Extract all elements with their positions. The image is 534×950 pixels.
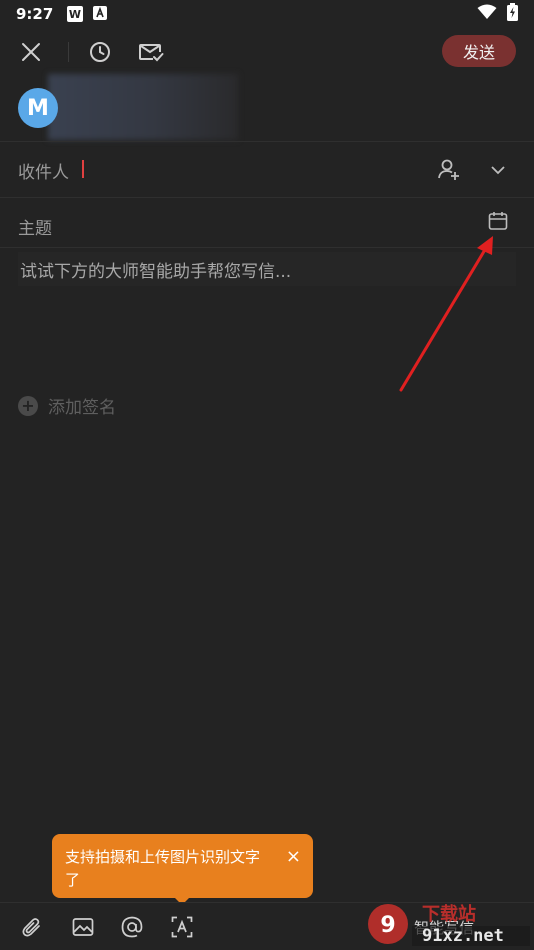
attachment-icon[interactable]	[20, 915, 44, 939]
wifi-icon	[477, 4, 497, 24]
status-bar: 9:27 W	[0, 0, 534, 28]
sender-row[interactable]: M	[0, 74, 534, 142]
toolbar-divider	[68, 42, 69, 62]
avatar: M	[18, 88, 58, 128]
svg-text:下载站: 下载站	[422, 903, 476, 925]
add-contact-icon[interactable]	[437, 158, 461, 186]
tooltip-text: 支持拍摄和上传图片识别文字了	[65, 848, 261, 889]
app-a-icon	[93, 6, 111, 22]
subject-divider	[0, 247, 534, 248]
recipient-row[interactable]: 收件人	[0, 141, 534, 197]
watermark-text: 91xz.net	[422, 926, 504, 946]
status-time: 9:27	[16, 5, 54, 23]
close-icon[interactable]	[17, 38, 45, 66]
plus-circle-icon: +	[18, 395, 38, 416]
chevron-down-icon[interactable]	[490, 162, 506, 181]
body-editor[interactable]: 试试下方的大师智能助手帮您写信...	[18, 252, 516, 286]
svg-text:9: 9	[380, 913, 395, 938]
tooltip-close-icon[interactable]: ×	[286, 848, 301, 866]
mention-icon[interactable]	[120, 915, 144, 939]
ocr-tooltip: 支持拍摄和上传图片识别文字了 ×	[52, 834, 313, 898]
subject-row[interactable]: 主题	[0, 197, 534, 247]
site-watermark: 9 下载站 91xz.net	[362, 896, 532, 948]
battery-charging-icon	[507, 3, 518, 25]
recipient-label: 收件人	[18, 163, 69, 183]
add-signature[interactable]: + 添加签名	[18, 393, 116, 418]
wps-icon: W	[67, 6, 85, 22]
send-button[interactable]: 发送	[442, 35, 516, 67]
compose-toolbar: 发送	[0, 30, 534, 74]
text-cursor	[82, 160, 84, 178]
calendar-icon[interactable]	[488, 211, 508, 235]
svg-text:W: W	[69, 8, 81, 21]
clock-icon[interactable]	[86, 38, 114, 66]
mail-check-icon[interactable]	[137, 38, 165, 66]
text-recognition-icon[interactable]	[170, 915, 194, 939]
image-icon[interactable]	[71, 915, 95, 939]
subject-label: 主题	[18, 219, 52, 239]
sender-address-blurred	[48, 74, 238, 140]
add-signature-label: 添加签名	[48, 398, 116, 418]
